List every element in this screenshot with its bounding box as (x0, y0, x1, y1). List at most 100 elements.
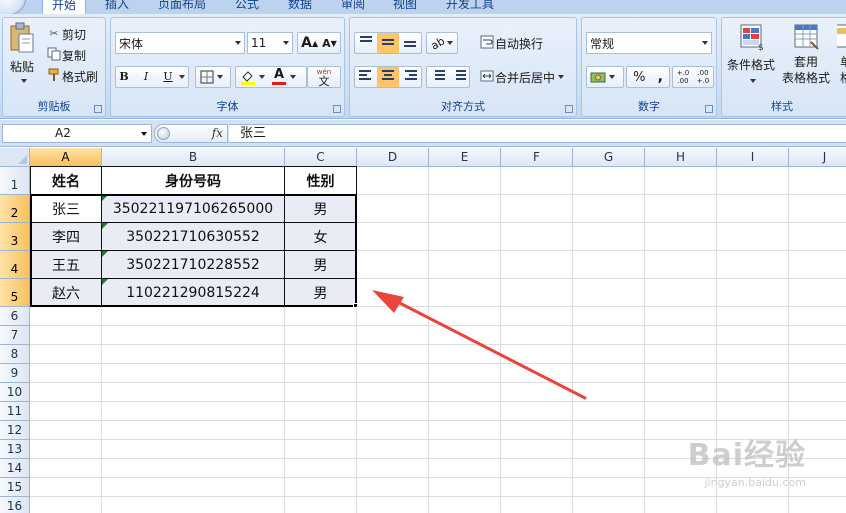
row-header-6[interactable]: 6 (0, 307, 30, 326)
underline-button[interactable]: U (160, 69, 176, 85)
row-header-10[interactable]: 10 (0, 383, 30, 402)
tab-view[interactable]: 视图 (388, 0, 422, 14)
conditional-formatting-button[interactable]: $ 条件格式 (724, 21, 778, 93)
paste-button[interactable]: 粘贴 (5, 21, 39, 89)
paste-dropdown-icon (20, 79, 27, 83)
row-header-8[interactable]: 8 (0, 345, 30, 364)
cut-button[interactable]: ✂ 剪切 (45, 23, 103, 45)
row-header-5[interactable]: 5 (0, 279, 30, 307)
chevron-down-icon[interactable] (290, 75, 296, 79)
column-header-c[interactable]: C (285, 148, 357, 167)
copy-button[interactable]: 复制 (45, 44, 103, 66)
format-painter-button[interactable]: 格式刷 (45, 65, 105, 87)
font-color-button[interactable]: A (271, 68, 287, 85)
chevron-down-icon (702, 41, 708, 45)
font-name-select[interactable]: 宋体 (115, 32, 245, 54)
merge-center-button[interactable]: 合并后居中 (478, 66, 574, 88)
table-header-name[interactable]: 姓名 (31, 167, 101, 194)
row-header-14[interactable]: 14 (0, 459, 30, 478)
font-size-select[interactable]: 11 (247, 32, 293, 54)
selection-range[interactable] (30, 194, 357, 307)
align-center-icon[interactable] (377, 67, 399, 87)
decrease-indent-icon[interactable] (427, 69, 448, 85)
paste-label: 粘贴 (9, 60, 34, 74)
chevron-down-icon[interactable] (259, 75, 265, 79)
increase-decimal-button[interactable]: +.0 .00 (674, 69, 692, 85)
select-all-button[interactable] (0, 148, 30, 167)
worksheet-grid[interactable]: A B C D E F G H I J 1 2 3 4 5 6 7 8 9 10… (0, 148, 846, 513)
percent-style-button[interactable]: % (633, 70, 645, 85)
column-header-i[interactable]: I (717, 148, 789, 167)
column-header-d[interactable]: D (357, 148, 429, 167)
clipboard-launcher-icon[interactable] (94, 105, 102, 113)
name-box[interactable]: A2 (2, 124, 152, 143)
row-header-16[interactable]: 16 (0, 497, 30, 513)
italic-button[interactable]: I (138, 69, 154, 85)
column-header-f[interactable]: F (501, 148, 573, 167)
tab-review[interactable]: 审阅 (336, 0, 370, 14)
align-right-icon[interactable] (399, 69, 421, 85)
office-button[interactable] (0, 0, 26, 14)
column-header-h[interactable]: H (645, 148, 717, 167)
font-group: 宋体 11 A ▲ A ▼ B I U A wén 文 字体 (110, 17, 345, 117)
comma-style-button[interactable]: , (658, 69, 663, 85)
underline-dropdown-icon[interactable] (179, 75, 185, 79)
increase-indent-icon[interactable] (448, 69, 469, 85)
tab-data[interactable]: 数据 (283, 0, 317, 14)
alignment-launcher-icon[interactable] (565, 105, 573, 113)
format-as-table-button[interactable]: 套用 表格格式 (778, 21, 834, 93)
phonetic-guide-button[interactable]: wén 文 (307, 66, 341, 88)
align-left-icon[interactable] (355, 69, 377, 85)
resize-knob-icon[interactable] (157, 127, 170, 140)
number-format-select[interactable]: 常规 (586, 32, 712, 54)
row-header-3[interactable]: 3 (0, 223, 30, 251)
chevron-down-icon (609, 75, 615, 79)
styles-group: $ 条件格式 套用 表格格式 单 格 样式 (721, 17, 846, 117)
align-top-icon[interactable] (355, 35, 377, 51)
row-header-2[interactable]: 2 (0, 195, 30, 223)
align-bottom-icon[interactable] (399, 35, 421, 51)
column-header-j[interactable]: J (789, 148, 846, 167)
tab-home[interactable]: 开始 (42, 0, 86, 14)
formula-input[interactable]: 张三 (229, 124, 846, 143)
number-launcher-icon[interactable] (705, 105, 713, 113)
orientation-button[interactable]: ab (426, 32, 458, 54)
row-header-4[interactable]: 4 (0, 251, 30, 279)
cell-styles-button[interactable]: 单 格 (836, 21, 846, 93)
cell-styles-label-2: 格 (840, 70, 846, 86)
grow-font-icon[interactable]: A (301, 35, 312, 51)
bold-button[interactable]: B (116, 69, 132, 85)
shrink-font-icon[interactable]: A (322, 37, 331, 50)
tab-developer[interactable]: 开发工具 (440, 0, 500, 14)
row-header-1[interactable]: 1 (0, 167, 30, 195)
row-header-9[interactable]: 9 (0, 364, 30, 383)
insert-function-button[interactable]: fx (212, 126, 223, 140)
chevron-down-icon[interactable] (141, 132, 147, 136)
font-grow-shrink-buttons[interactable]: A ▲ A ▼ (297, 32, 341, 54)
fill-handle[interactable] (353, 303, 358, 308)
wrap-text-button[interactable]: 自动换行 (478, 32, 568, 54)
column-header-a[interactable]: A (30, 148, 102, 167)
row-header-13[interactable]: 13 (0, 440, 30, 459)
decrease-decimal-button[interactable]: .00 +.0 (694, 69, 712, 85)
tab-insert[interactable]: 插入 (100, 0, 134, 14)
row-header-11[interactable]: 11 (0, 402, 30, 421)
borders-button[interactable] (195, 66, 231, 88)
font-launcher-icon[interactable] (333, 105, 341, 113)
table-header-id-number[interactable]: 身份号码 (102, 167, 284, 194)
clipboard-group-label: 剪贴板 (37, 100, 71, 113)
table-header-gender[interactable]: 性别 (285, 167, 356, 194)
column-header-g[interactable]: G (573, 148, 645, 167)
column-header-b[interactable]: B (102, 148, 285, 167)
tab-page-layout[interactable]: 页面布局 (152, 0, 212, 14)
row-header-7[interactable]: 7 (0, 326, 30, 345)
chevron-down-icon (558, 75, 565, 79)
column-header-e[interactable]: E (429, 148, 501, 167)
align-middle-icon[interactable] (377, 33, 399, 53)
fill-color-button[interactable] (240, 69, 256, 85)
row-header-15[interactable]: 15 (0, 478, 30, 497)
currency-button[interactable] (586, 66, 624, 88)
fill-and-font-color: A (235, 66, 307, 88)
row-header-12[interactable]: 12 (0, 421, 30, 440)
tab-formulas[interactable]: 公式 (230, 0, 264, 14)
